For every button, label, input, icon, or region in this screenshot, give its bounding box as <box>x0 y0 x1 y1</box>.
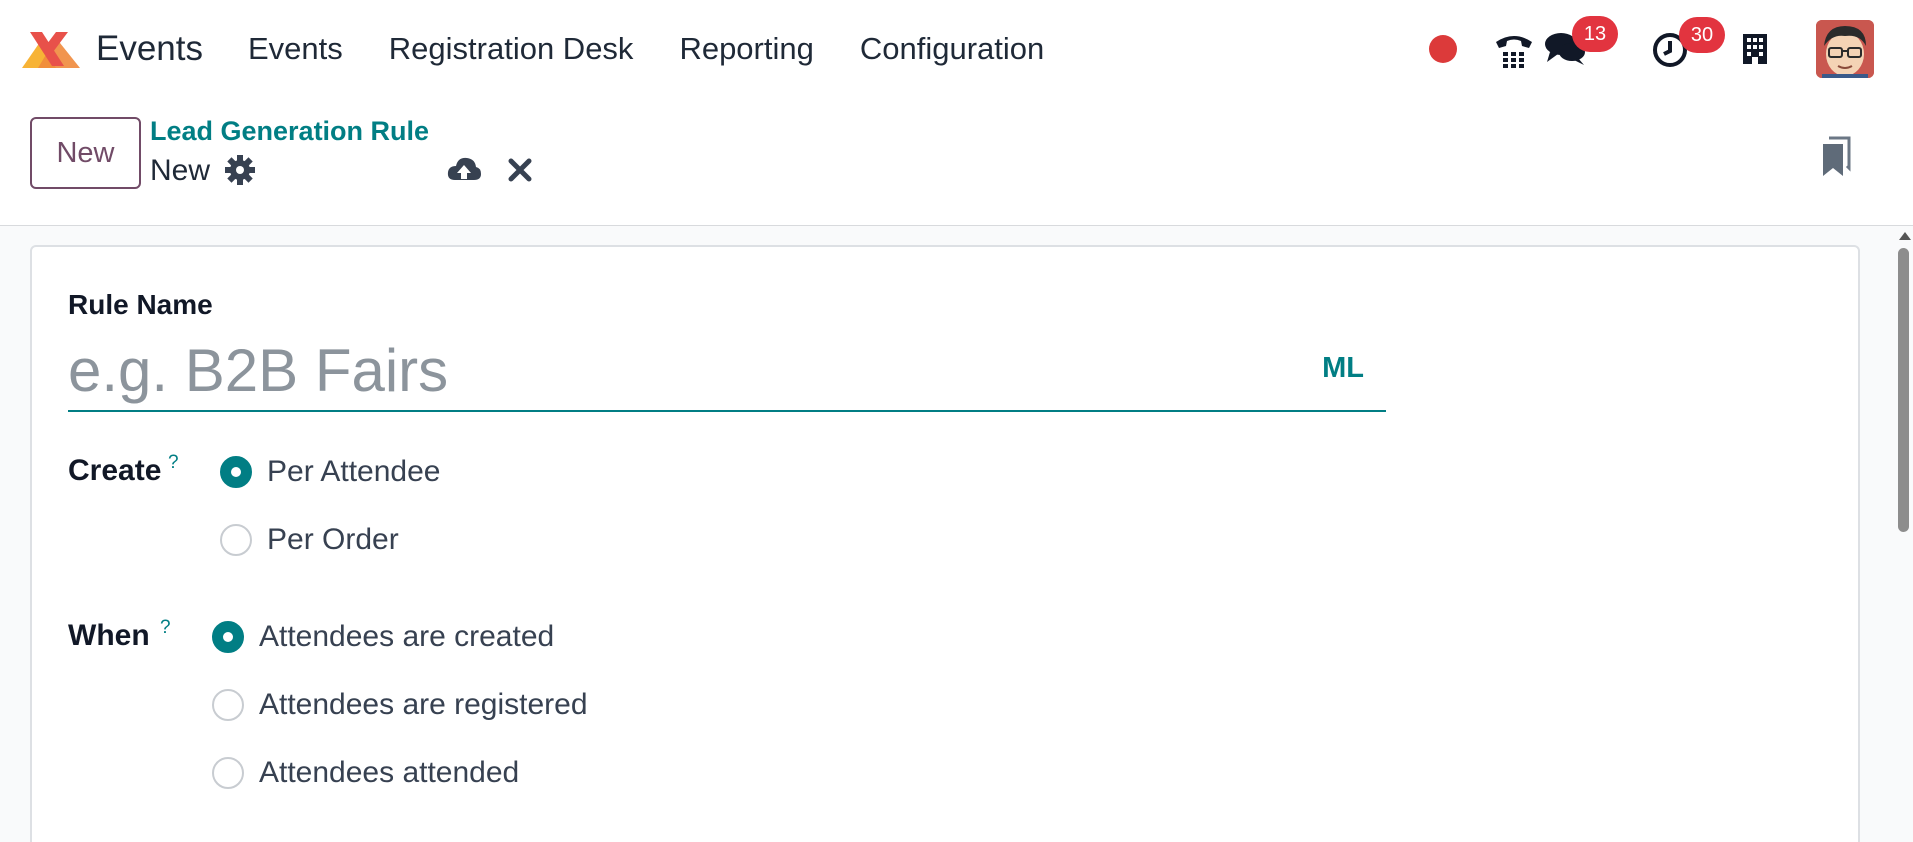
messaging-button[interactable]: 13 <box>1544 16 1618 68</box>
company-switcher[interactable] <box>1741 32 1769 66</box>
form-sheet: Rule Name ML Create ? Per Attendee Per O… <box>30 245 1860 842</box>
voip-button[interactable] <box>1493 28 1535 70</box>
rule-name-label: Rule Name <box>68 289 213 320</box>
translate-button[interactable]: ML <box>1322 352 1364 385</box>
cloud-upload-icon[interactable] <box>446 154 482 186</box>
radio-button-checked[interactable] <box>220 456 252 488</box>
radio-button-checked[interactable] <box>212 621 244 653</box>
radio-label: Attendees are created <box>259 620 555 653</box>
app-brand[interactable]: Events <box>20 0 203 98</box>
breadcrumb-current-record: New <box>150 154 211 187</box>
radio-button[interactable] <box>212 689 244 721</box>
new-button[interactable]: New <box>30 117 141 189</box>
radio-attendees-registered[interactable]: Attendees are registered <box>212 688 588 722</box>
building-icon <box>1743 34 1767 64</box>
radio-label: Per Attendee <box>267 455 441 488</box>
record-dot-icon <box>1429 35 1457 63</box>
scroll-up-arrow-icon[interactable] <box>1899 232 1911 240</box>
radio-per-order[interactable]: Per Order <box>220 523 399 557</box>
main-menu: Events Registration Desk Reporting Confi… <box>225 31 1067 67</box>
phone-icon <box>1496 36 1532 68</box>
radio-button[interactable] <box>212 757 244 789</box>
menu-item-reporting[interactable]: Reporting <box>656 31 836 67</box>
rule-name-input[interactable] <box>68 332 1268 408</box>
breadcrumb-lead-generation-rule[interactable]: Lead Generation Rule <box>150 116 429 147</box>
activities-count-badge: 30 <box>1679 17 1725 53</box>
messages-count-badge: 13 <box>1572 16 1618 52</box>
control-panel: New Lead Generation Rule New <box>0 98 1913 226</box>
when-label: When <box>68 619 150 652</box>
recording-indicator[interactable] <box>1429 35 1457 63</box>
menu-item-registration-desk[interactable]: Registration Desk <box>366 31 657 67</box>
user-avatar-icon <box>1816 20 1874 78</box>
bookmark-icon[interactable] <box>1819 136 1853 178</box>
radio-label: Attendees attended <box>259 756 520 789</box>
when-help-tooltip[interactable]: ? <box>160 617 171 639</box>
radio-button[interactable] <box>220 524 252 556</box>
create-help-tooltip[interactable]: ? <box>168 452 179 474</box>
rule-name-field: ML <box>68 332 1386 412</box>
scrollbar-thumb[interactable] <box>1898 248 1909 532</box>
app-name: Events <box>96 29 203 68</box>
radio-attendees-attended[interactable]: Attendees attended <box>212 756 519 790</box>
activities-button[interactable]: 30 <box>1651 17 1725 69</box>
top-navbar: Events Events Registration Desk Reportin… <box>0 0 1913 98</box>
menu-item-configuration[interactable]: Configuration <box>837 31 1067 67</box>
radio-label: Attendees are registered <box>259 688 588 721</box>
radio-attendees-created[interactable]: Attendees are created <box>212 620 554 654</box>
user-avatar <box>1816 20 1874 78</box>
radio-per-attendee[interactable]: Per Attendee <box>220 455 440 489</box>
create-label: Create <box>68 454 162 487</box>
user-menu[interactable] <box>1816 20 1874 78</box>
vertical-scrollbar[interactable] <box>1895 230 1913 842</box>
radio-label: Per Order <box>267 523 399 556</box>
menu-item-events[interactable]: Events <box>225 31 366 67</box>
close-icon[interactable] <box>506 156 534 184</box>
events-app-logo-icon <box>22 32 80 68</box>
gear-icon[interactable] <box>224 154 256 186</box>
